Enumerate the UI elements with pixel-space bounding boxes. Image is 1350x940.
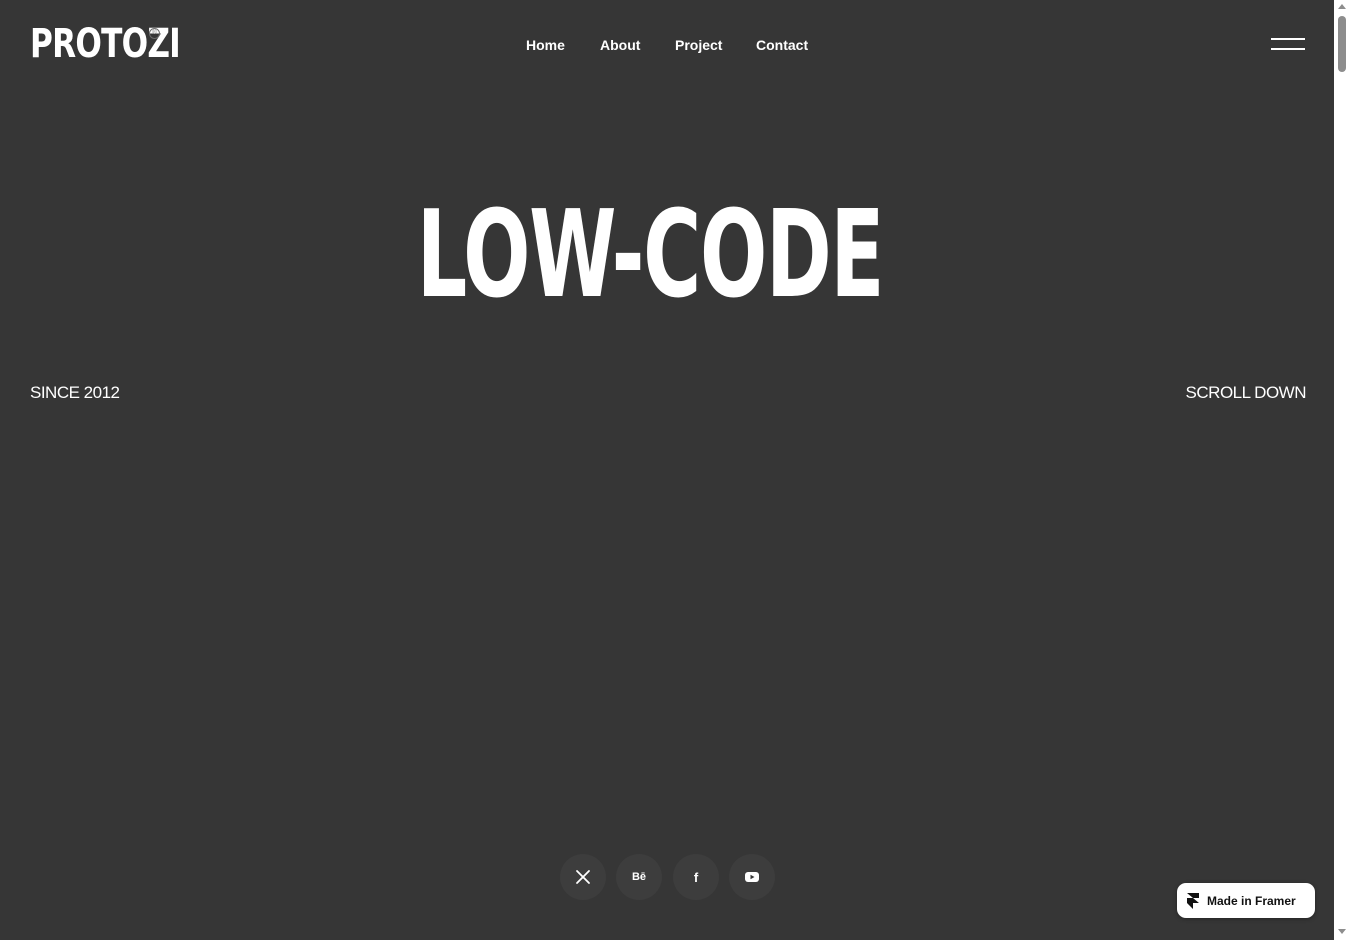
page: PROTOZI ® Home About Project Contact LOW… xyxy=(0,0,1334,940)
page-scrollbar[interactable] xyxy=(1334,0,1350,940)
nav-contact[interactable]: Contact xyxy=(756,35,808,55)
nav-home[interactable]: Home xyxy=(526,35,565,55)
made-in-framer-badge[interactable]: Made in Framer xyxy=(1177,883,1315,918)
scroll-up-arrow-icon[interactable] xyxy=(1338,4,1346,9)
badge-label: Made in Framer xyxy=(1207,893,1296,908)
since-label: SINCE 2012 xyxy=(30,383,120,402)
x-logo-glyph xyxy=(576,870,590,884)
behance-icon[interactable]: Bē xyxy=(616,854,662,900)
hero-title: LOW-CODE xyxy=(416,186,885,325)
main-nav: Home About Project Contact xyxy=(0,35,1334,55)
facebook-icon[interactable]: f xyxy=(673,854,719,900)
scrollbar-thumb[interactable] xyxy=(1338,16,1346,72)
framer-logo-icon xyxy=(1187,892,1199,909)
scroll-down-label[interactable]: SCROLL DOWN xyxy=(1186,382,1307,404)
hamburger-menu-icon[interactable] xyxy=(1270,36,1306,54)
behance-glyph: Bē xyxy=(631,871,647,883)
youtube-glyph xyxy=(745,872,759,882)
nav-project[interactable]: Project xyxy=(675,35,722,55)
nav-about[interactable]: About xyxy=(600,35,640,55)
scroll-down-arrow-icon[interactable] xyxy=(1338,929,1346,934)
x-icon[interactable] xyxy=(560,854,606,900)
facebook-glyph: f xyxy=(693,869,699,885)
youtube-icon[interactable] xyxy=(729,854,775,900)
